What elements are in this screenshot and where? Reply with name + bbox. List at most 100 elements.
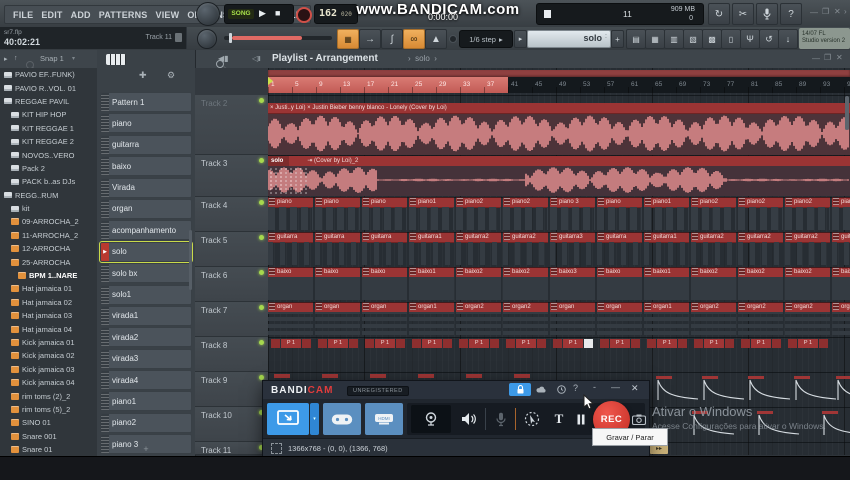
minimize-icon[interactable]: — bbox=[810, 8, 818, 17]
browser-item-pack-b-as-djs[interactable]: PACK b..as DJs bbox=[0, 175, 97, 188]
mini-clip-group-3[interactable]: P 1 bbox=[365, 339, 407, 348]
clip-baixo2-body[interactable] bbox=[503, 277, 548, 300]
typing-keyboard-icon[interactable]: ▦ bbox=[337, 29, 359, 49]
link-icon[interactable]: ∞ bbox=[403, 29, 425, 49]
clip-baixo2-body[interactable] bbox=[456, 277, 501, 300]
browser-item-pack-2[interactable]: Pack 2 bbox=[0, 162, 97, 175]
clock-icon[interactable] bbox=[553, 383, 569, 396]
track-row-track-7[interactable]: Track 7 bbox=[195, 302, 268, 337]
clip-piano1-body[interactable] bbox=[644, 207, 689, 230]
clip-baixo2-body[interactable] bbox=[738, 277, 783, 300]
mic-record-button[interactable] bbox=[756, 3, 778, 25]
browser-item-snare-01[interactable]: Snare 01 bbox=[0, 443, 97, 456]
cloud-icon[interactable] bbox=[533, 383, 549, 396]
mini-clip-seg[interactable] bbox=[506, 339, 515, 348]
browser-item-hat-jamaica-04[interactable]: Hat jamaica 04 bbox=[0, 322, 97, 335]
mini-clip-seg[interactable] bbox=[537, 339, 546, 348]
clip-piano-body[interactable] bbox=[597, 207, 642, 230]
clip-organ-body[interactable] bbox=[597, 312, 642, 335]
text-overlay-button[interactable]: T bbox=[549, 405, 569, 433]
playlist-menu-icon[interactable]: ◁𝅛 bbox=[252, 54, 260, 64]
mini-clip-seg[interactable] bbox=[741, 339, 750, 348]
browser-item-kit-reggae-1[interactable]: KIT REGGAE 1 bbox=[0, 122, 97, 135]
clip-guitarra2-body[interactable] bbox=[738, 242, 783, 265]
shuttle-slider-handle[interactable] bbox=[229, 33, 232, 43]
browser-item-kick-jamaica-03[interactable]: Kick jamaica 03 bbox=[0, 363, 97, 376]
pattern-item-solo-bx[interactable]: solo bx bbox=[100, 263, 192, 283]
track-row-track-9[interactable]: Track 9 bbox=[195, 372, 268, 407]
playlist-close-icon[interactable]: ✕ bbox=[836, 53, 843, 62]
mini-clip-group-11[interactable]: P 1 bbox=[741, 339, 783, 348]
mini-clip-seg[interactable] bbox=[819, 339, 828, 348]
clip-baixo2-body[interactable] bbox=[691, 277, 736, 300]
wrench-icon[interactable]: ⚙ bbox=[167, 70, 175, 81]
mini-clip-seg[interactable]: P 1 bbox=[610, 339, 630, 348]
timeline-ruler[interactable]: 1591317212529333741454953576165697377818… bbox=[268, 77, 850, 93]
lock-icon[interactable] bbox=[509, 383, 531, 396]
mini-clip-group-1[interactable]: P 1 bbox=[271, 339, 313, 348]
bandicam-minimize2-icon[interactable]: — bbox=[611, 382, 620, 392]
pattern-item-baixo[interactable]: baixo bbox=[100, 156, 192, 176]
mini-clip-seg[interactable] bbox=[772, 339, 781, 348]
mini-clip-seg[interactable] bbox=[694, 339, 703, 348]
mini-clip-group-9[interactable]: P 1 bbox=[647, 339, 689, 348]
clip-guitarra2-body[interactable] bbox=[503, 242, 548, 265]
clip-organ2-body[interactable] bbox=[832, 312, 850, 335]
browser-item-hat-jamaica-03[interactable]: Hat jamaica 03 bbox=[0, 309, 97, 322]
clip-piano2-body[interactable] bbox=[503, 207, 548, 230]
browser-item-kit[interactable]: kit bbox=[0, 202, 97, 215]
pattern-add-row[interactable]: + bbox=[97, 444, 195, 454]
timeline-selection-strip[interactable] bbox=[268, 70, 850, 77]
move-tool-icon[interactable]: ✚ bbox=[139, 70, 147, 81]
browser-item-rim-toms-2-2[interactable]: rim toms (2)_2 bbox=[0, 389, 97, 402]
browser-item-pavio-r-vol-01[interactable]: PAVIO R..VOL. 01 bbox=[0, 81, 97, 94]
browser-item-bpm-1-nare[interactable]: BPM 1..NARE bbox=[0, 269, 97, 282]
automation-tick[interactable] bbox=[322, 374, 338, 378]
browser-item-snare-001[interactable]: Snare 001 bbox=[0, 430, 97, 443]
clip-organ1-body[interactable] bbox=[644, 312, 689, 335]
automation-tick[interactable] bbox=[514, 374, 530, 378]
mini-clip-seg[interactable]: P 1 bbox=[375, 339, 395, 348]
clip-piano-body[interactable] bbox=[362, 207, 407, 230]
automation-clip[interactable] bbox=[656, 376, 700, 402]
mini-clip-seg[interactable]: P 1 bbox=[516, 339, 536, 348]
mini-clip-group-2[interactable]: P 1 bbox=[318, 339, 360, 348]
track-row-track-8[interactable]: Track 8 bbox=[195, 337, 268, 372]
mini-clip-group-10[interactable]: P 1 bbox=[694, 339, 736, 348]
mini-clip-seg[interactable] bbox=[443, 339, 452, 348]
clip-organ-body[interactable] bbox=[268, 312, 313, 335]
mini-clip-seg[interactable]: P 1 bbox=[469, 339, 489, 348]
clip-piano2-body[interactable] bbox=[785, 207, 830, 230]
restart-button[interactable]: ↻ bbox=[708, 3, 730, 25]
overflow-chevron-icon[interactable]: › bbox=[844, 7, 847, 16]
mini-clip-seg[interactable] bbox=[459, 339, 468, 348]
track-enable-led[interactable] bbox=[259, 340, 264, 345]
pattern-item-piano[interactable]: piano bbox=[100, 113, 192, 133]
clip-organ-body[interactable] bbox=[362, 312, 407, 335]
metronome-icon[interactable]: ▲ bbox=[425, 29, 447, 49]
mini-clip-seg[interactable] bbox=[678, 339, 687, 348]
bandicam-mic-button[interactable] bbox=[489, 405, 513, 433]
device-recording-mode-button[interactable]: HDMI bbox=[365, 403, 403, 435]
mini-clip-seg[interactable] bbox=[396, 339, 405, 348]
mini-clip-group-8[interactable]: P 1 bbox=[600, 339, 642, 348]
automation-clip[interactable] bbox=[748, 376, 792, 402]
automation-tick[interactable] bbox=[274, 374, 290, 378]
pattern-item-virada4[interactable]: virada4 bbox=[100, 370, 192, 390]
mini-clip-seg[interactable] bbox=[349, 339, 358, 348]
mini-clip-group-6[interactable]: P 1 bbox=[506, 339, 548, 348]
automation-clip[interactable] bbox=[822, 411, 850, 437]
browser-up-icon[interactable]: ↑ bbox=[14, 55, 18, 62]
browser-item-11-arrocha-2[interactable]: 11-ARROCHA_2 bbox=[0, 229, 97, 242]
game-recording-mode-button[interactable] bbox=[323, 403, 361, 435]
browser-item-pavio-ef-funk[interactable]: PAVIO EF..FUNK) bbox=[0, 68, 97, 81]
pattern-item-virada2[interactable]: virada2 bbox=[100, 327, 192, 347]
main-volume-knob[interactable] bbox=[196, 2, 220, 26]
automation-tick[interactable] bbox=[418, 374, 434, 378]
browser-item-kick-jamaica-02[interactable]: Kick jamaica 02 bbox=[0, 349, 97, 362]
track-row-track-10[interactable]: Track 10 bbox=[195, 407, 268, 442]
track-enable-led[interactable] bbox=[259, 235, 264, 240]
clip-guitarra-body[interactable] bbox=[597, 242, 642, 265]
mini-clip-seg[interactable] bbox=[788, 339, 797, 348]
clip-guitarra-body[interactable] bbox=[268, 242, 313, 265]
